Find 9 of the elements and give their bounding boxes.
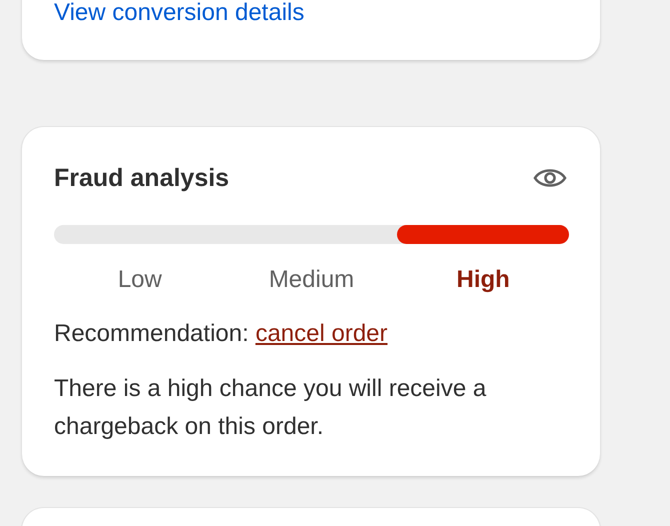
risk-level-label: Low <box>118 265 162 295</box>
description-text: There is a high chance you will receive a chargeback on this order. <box>54 374 488 442</box>
risk-level-label: High <box>456 265 510 295</box>
view-conversion-link[interactable]: View conversion details <box>54 0 304 26</box>
risk-level-label: Medium <box>268 265 354 295</box>
cancel-order-link[interactable]: cancel order <box>255 320 388 347</box>
eye-icon[interactable] <box>533 166 567 190</box>
recommendation-text: Recommendation: cancel order <box>54 319 389 349</box>
card-title: Fraud analysis <box>54 164 230 192</box>
